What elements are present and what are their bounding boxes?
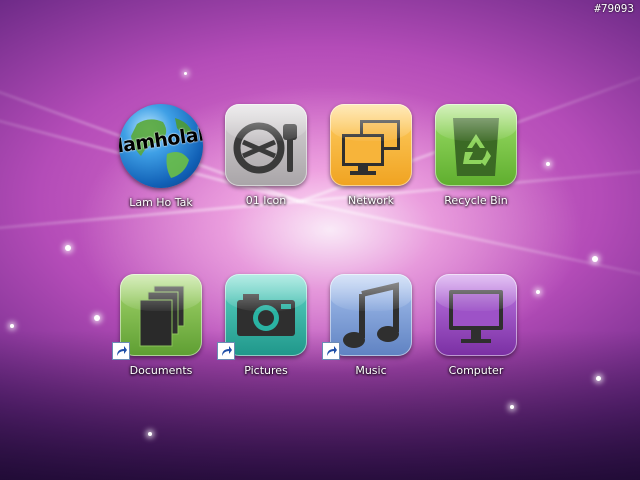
shortcut-arrow-icon bbox=[322, 342, 340, 360]
desktop-icon-music[interactable]: Music bbox=[316, 274, 426, 377]
icon-label: Computer bbox=[448, 364, 504, 377]
music-note-icon bbox=[330, 274, 412, 356]
desktop-icon-recycle-bin[interactable]: Recycle Bin bbox=[421, 104, 531, 207]
desktop-icon-lam-ho-tak[interactable]: lamholak Lam Ho Tak bbox=[106, 104, 216, 209]
camera-icon bbox=[225, 274, 307, 356]
recycle-bin-icon bbox=[435, 104, 517, 186]
desktop-icon-computer[interactable]: Computer bbox=[421, 274, 531, 377]
star bbox=[510, 405, 514, 409]
star bbox=[148, 432, 152, 436]
star bbox=[536, 290, 540, 294]
network-icon bbox=[330, 104, 412, 186]
desktop-icon-01-icon[interactable]: 01 Icon bbox=[211, 104, 321, 207]
star bbox=[10, 324, 14, 328]
desktop[interactable]: #79093 lamholak Lam Ho Tak 01 Icon Netwo… bbox=[0, 0, 640, 480]
star bbox=[65, 245, 71, 251]
monitor-icon bbox=[435, 274, 517, 356]
desktop-icon-pictures[interactable]: Pictures bbox=[211, 274, 321, 377]
desktop-icon-documents[interactable]: Documents bbox=[106, 274, 216, 377]
documents-icon bbox=[120, 274, 202, 356]
star bbox=[94, 315, 100, 321]
star bbox=[184, 72, 187, 75]
icon-label: Pictures bbox=[244, 364, 288, 377]
face-utensils-icon bbox=[225, 104, 307, 186]
star bbox=[592, 256, 598, 262]
shortcut-arrow-icon bbox=[112, 342, 130, 360]
icon-label: Network bbox=[348, 194, 394, 207]
star bbox=[546, 162, 550, 166]
icon-label: Documents bbox=[129, 364, 193, 377]
shortcut-arrow-icon bbox=[217, 342, 235, 360]
icon-label: Recycle Bin bbox=[444, 194, 508, 207]
icon-label: Music bbox=[355, 364, 387, 377]
star bbox=[596, 376, 601, 381]
image-id-watermark: #79093 bbox=[594, 2, 634, 15]
icon-label: Lam Ho Tak bbox=[129, 196, 193, 209]
icon-label: 01 Icon bbox=[245, 194, 287, 207]
globe-icon: lamholak bbox=[119, 104, 203, 188]
desktop-icon-network[interactable]: Network bbox=[316, 104, 426, 207]
